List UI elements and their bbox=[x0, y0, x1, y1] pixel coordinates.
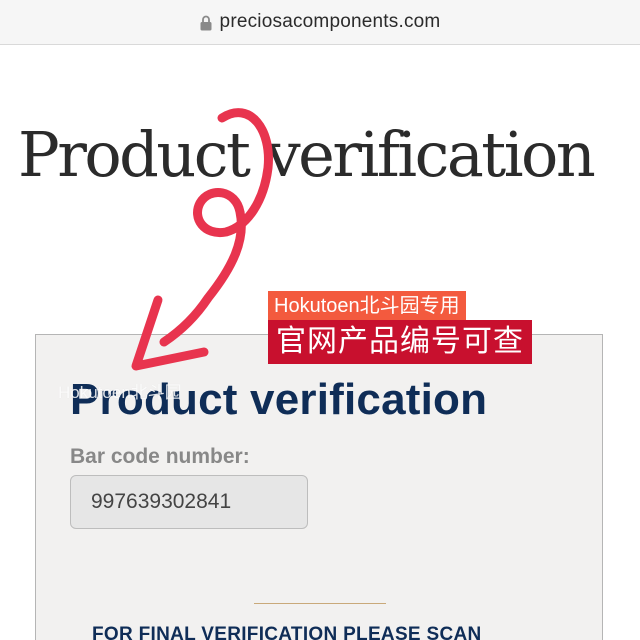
barcode-label: Bar code number: bbox=[70, 445, 250, 468]
divider bbox=[254, 603, 386, 604]
page: preciosacomponents.com Product verificat… bbox=[0, 0, 640, 640]
page-title: Product verification bbox=[18, 118, 596, 191]
scan-instruction: FOR FINAL VERIFICATION PLEASE SCAN bbox=[92, 624, 482, 640]
barcode-input[interactable] bbox=[70, 475, 308, 529]
sticker-small: Hokutoen北斗园专用 bbox=[268, 291, 466, 321]
lock-icon bbox=[200, 15, 212, 31]
url-text: preciosacomponents.com bbox=[219, 11, 441, 32]
address-bar[interactable]: preciosacomponents.com bbox=[0, 0, 640, 45]
watermark-text: Hokutoen北斗园 bbox=[58, 383, 182, 402]
sticker-large: 官网产品编号可查 bbox=[268, 320, 532, 364]
